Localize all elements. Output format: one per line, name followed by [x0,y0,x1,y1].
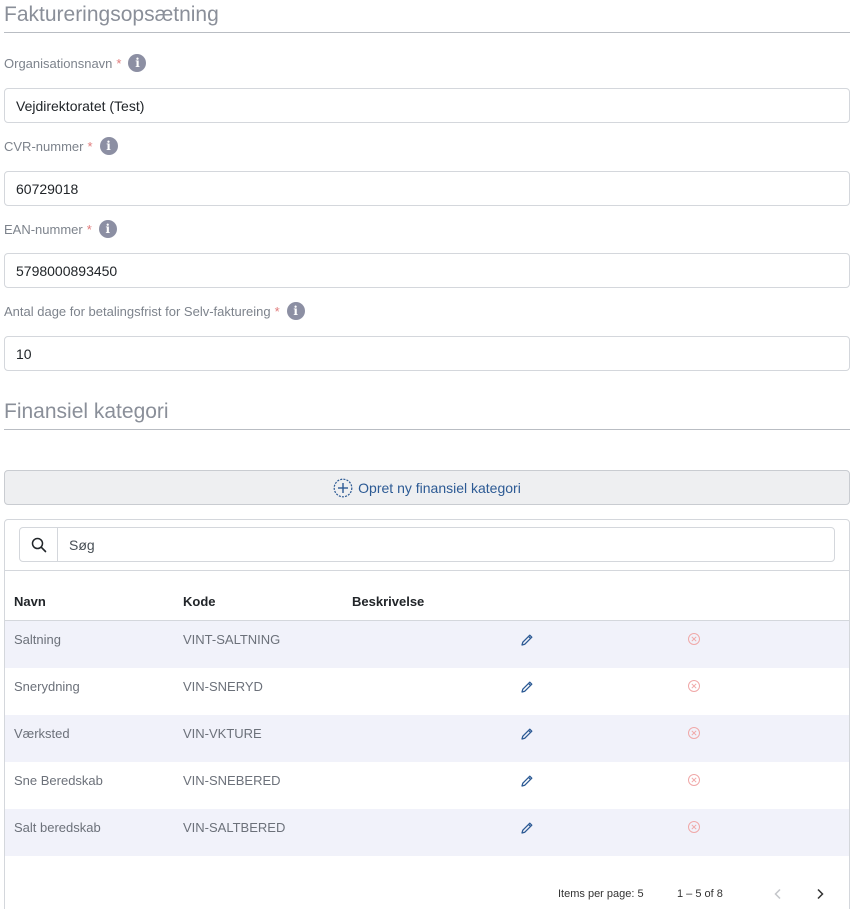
required-marker: * [274,303,280,319]
edit-pencil-icon[interactable] [519,726,535,742]
row-code: VIN-SNERYD [183,679,263,694]
payment-days-input[interactable] [4,336,850,371]
items-per-page-select[interactable]: 5 [638,888,644,900]
add-financial-category-label: Opret ny finansiel kategori [358,479,521,496]
column-header-code[interactable]: Kode [183,594,216,609]
items-per-page-label: Items per page: [558,888,635,900]
page-range: 1 – 5 of 8 [677,888,723,900]
row-code: VIN-SALTBERED [183,820,286,835]
delete-icon[interactable] [687,773,701,787]
search-button[interactable] [20,528,58,561]
required-marker: * [86,221,92,237]
org-name-label: Organisationsnavn * i [4,54,147,72]
billing-setup-divider [4,32,850,33]
billing-setup-title: Faktureringsopsætning [4,3,219,26]
table-row: Saltning VINT-SALTNING [5,621,849,668]
column-header-description[interactable]: Beskrivelse [352,594,424,609]
row-name: Værksted [14,726,70,741]
edit-pencil-icon[interactable] [519,773,535,789]
table-row: Sne Beredskab VIN-SNEBERED [5,762,849,809]
ean-input[interactable] [4,253,850,288]
delete-icon[interactable] [687,820,701,834]
required-marker: * [87,138,93,154]
edit-pencil-icon[interactable] [519,820,535,836]
financial-category-divider [4,429,850,430]
search-input[interactable] [58,528,834,561]
payment-days-label: Antal dage for betalingsfrist for Selv-f… [4,302,305,320]
search-icon [31,537,46,552]
table-row: Salt beredskab VIN-SALTBERED [5,809,849,856]
row-name: Saltning [14,632,61,647]
search-box [19,527,835,562]
edit-pencil-icon[interactable] [519,632,535,648]
row-code: VINT-SALTNING [183,632,281,647]
previous-page-icon[interactable] [771,887,785,901]
org-name-label-text: Organisationsnavn [4,55,113,71]
table-row: Snerydning VIN-SNERYD [5,668,849,715]
plus-circle-icon [333,478,353,497]
table-row: Værksted VIN-VKTURE [5,715,849,762]
financial-category-title: Finansiel kategori [4,400,169,423]
row-name: Salt beredskab [14,820,101,835]
delete-icon[interactable] [687,726,701,740]
cvr-label: CVR-nummer * i [4,137,118,155]
row-name: Snerydning [14,679,80,694]
items-per-page: Items per page: 5 [558,888,644,900]
info-icon[interactable]: i [99,137,118,155]
delete-icon[interactable] [687,679,701,693]
org-name-input[interactable] [4,88,850,123]
row-code: VIN-VKTURE [183,726,262,741]
financial-category-table-card: Navn Kode Beskrivelse Saltning VINT-SALT… [4,519,850,909]
delete-icon[interactable] [687,632,701,646]
next-page-icon[interactable] [813,887,827,901]
edit-pencil-icon[interactable] [519,679,535,695]
table-header: Navn Kode Beskrivelse [5,570,849,621]
ean-label: EAN-nummer * i [4,220,117,238]
info-icon[interactable]: i [128,54,147,72]
info-icon[interactable]: i [98,220,117,238]
cvr-input[interactable] [4,171,850,206]
info-icon[interactable]: i [286,302,305,320]
ean-label-text: EAN-nummer [4,221,83,237]
paginator: Items per page: 5 1 – 5 of 8 [5,886,849,906]
column-header-name[interactable]: Navn [14,594,46,609]
row-name: Sne Beredskab [14,773,103,788]
required-marker: * [116,55,122,71]
row-code: VIN-SNEBERED [183,773,281,788]
cvr-label-text: CVR-nummer [4,138,84,154]
add-financial-category-button[interactable]: Opret ny finansiel kategori [4,470,850,505]
payment-days-label-text: Antal dage for betalingsfrist for Selv-f… [4,303,271,319]
